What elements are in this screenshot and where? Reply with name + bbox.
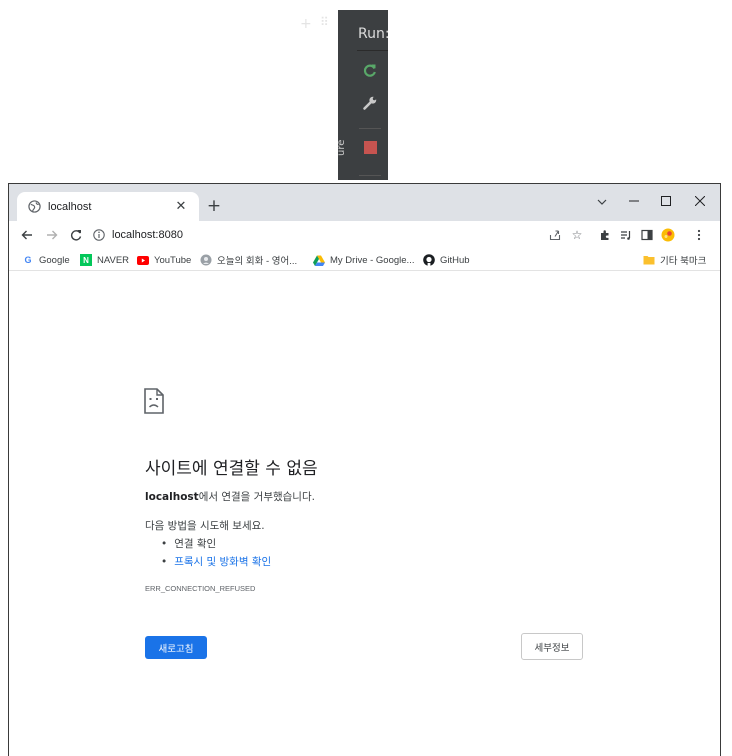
info-icon[interactable] bbox=[92, 228, 106, 242]
error-title: 사이트에 연결할 수 없음 bbox=[145, 459, 318, 479]
browser-tab[interactable]: localhost ✕ bbox=[17, 192, 199, 221]
address-bar[interactable]: localhost:8080 bbox=[92, 225, 597, 245]
globe-icon bbox=[27, 200, 41, 214]
ide-drag-handle-icon: ⠿ bbox=[320, 15, 329, 29]
error-host: localhost bbox=[145, 491, 199, 503]
error-message: 에서 연결을 거부했습니다. bbox=[198, 491, 315, 503]
ide-vertical-label: ure bbox=[338, 139, 347, 156]
details-button[interactable]: 세부정보 bbox=[521, 633, 583, 660]
bookmark-label: Google bbox=[39, 254, 70, 266]
suggestion-link-proxy-firewall[interactable]: 프록시 및 방화벽 확인 bbox=[161, 553, 271, 571]
error-code: ERR_CONNECTION_REFUSED bbox=[145, 584, 256, 593]
url-text: localhost:8080 bbox=[112, 229, 183, 241]
bookmark-label: NAVER bbox=[97, 254, 130, 266]
suggestion-item: 연결 확인 bbox=[161, 535, 271, 553]
browser-window: localhost ✕ + localhost:8080 ☆ G Google … bbox=[8, 183, 721, 756]
sad-page-icon bbox=[144, 388, 164, 414]
bookmark-youtube[interactable]: YouTube bbox=[137, 253, 191, 267]
drive-icon bbox=[313, 254, 325, 266]
bookmark-label: YouTube bbox=[154, 254, 192, 266]
wrench-icon[interactable] bbox=[359, 92, 381, 114]
podcast-icon bbox=[200, 254, 212, 266]
tab-strip: localhost ✕ + bbox=[9, 184, 720, 221]
stop-icon[interactable] bbox=[359, 136, 381, 158]
ide-run-panel: Run: ure bbox=[338, 10, 388, 180]
profile-avatar-icon[interactable] bbox=[660, 227, 676, 243]
google-icon: G bbox=[24, 255, 32, 265]
share-icon[interactable] bbox=[547, 227, 563, 243]
media-control-icon[interactable] bbox=[618, 227, 634, 243]
rerun-icon[interactable] bbox=[359, 59, 381, 81]
suggestions-heading: 다음 방법을 시도해 보세요. bbox=[145, 520, 265, 532]
folder-icon bbox=[643, 254, 655, 266]
other-bookmarks-label: 기타 북마크 bbox=[660, 256, 707, 267]
side-panel-icon[interactable] bbox=[639, 227, 655, 243]
ide-divider bbox=[357, 50, 388, 51]
new-tab-button[interactable]: + bbox=[204, 196, 224, 216]
ide-run-label: Run: bbox=[358, 26, 388, 42]
ide-toolbar-separator bbox=[359, 175, 381, 176]
bookmark-podcast[interactable]: 오늘의 회화 - 영어... bbox=[200, 253, 297, 267]
browser-toolbar: localhost:8080 ☆ bbox=[9, 221, 720, 249]
naver-icon: N bbox=[80, 254, 92, 266]
minimize-icon[interactable] bbox=[619, 190, 649, 212]
back-arrow-icon[interactable] bbox=[18, 226, 36, 244]
github-icon bbox=[423, 254, 435, 266]
bookmark-label: GitHub bbox=[440, 254, 470, 266]
suggestions-list: 연결 확인 프록시 및 방화벽 확인 bbox=[161, 535, 271, 571]
window-close-icon[interactable] bbox=[685, 190, 715, 212]
reload-button[interactable]: 새로고침 bbox=[145, 636, 207, 659]
bookmark-star-icon[interactable]: ☆ bbox=[569, 227, 585, 243]
bookmark-google[interactable]: G Google bbox=[22, 253, 70, 267]
bookmark-drive[interactable]: My Drive - Google... bbox=[313, 253, 414, 267]
extensions-puzzle-icon[interactable] bbox=[597, 227, 613, 243]
bookmark-label: My Drive - Google... bbox=[330, 254, 415, 266]
bookmark-github[interactable]: GitHub bbox=[423, 253, 470, 267]
bookmark-naver[interactable]: N NAVER bbox=[80, 253, 129, 267]
tab-title: localhost bbox=[48, 200, 92, 213]
ide-add-icon: + bbox=[300, 16, 312, 32]
ide-toolbar-separator bbox=[359, 128, 381, 129]
bookmark-label: 오늘의 회화 - 영어... bbox=[217, 256, 298, 267]
youtube-icon bbox=[137, 254, 149, 266]
close-icon[interactable]: ✕ bbox=[173, 199, 189, 214]
forward-arrow-icon[interactable] bbox=[43, 226, 61, 244]
error-description: localhost에서 연결을 거부했습니다. bbox=[145, 489, 315, 504]
other-bookmarks[interactable]: 기타 북마크 bbox=[643, 253, 706, 267]
kebab-menu-icon[interactable] bbox=[691, 227, 707, 243]
tab-search-icon[interactable] bbox=[592, 194, 612, 210]
maximize-icon[interactable] bbox=[651, 190, 681, 212]
reload-icon[interactable] bbox=[67, 226, 85, 244]
bookmarks-bar: G Google N NAVER YouTube 오늘의 회화 - 영어... bbox=[9, 249, 720, 271]
